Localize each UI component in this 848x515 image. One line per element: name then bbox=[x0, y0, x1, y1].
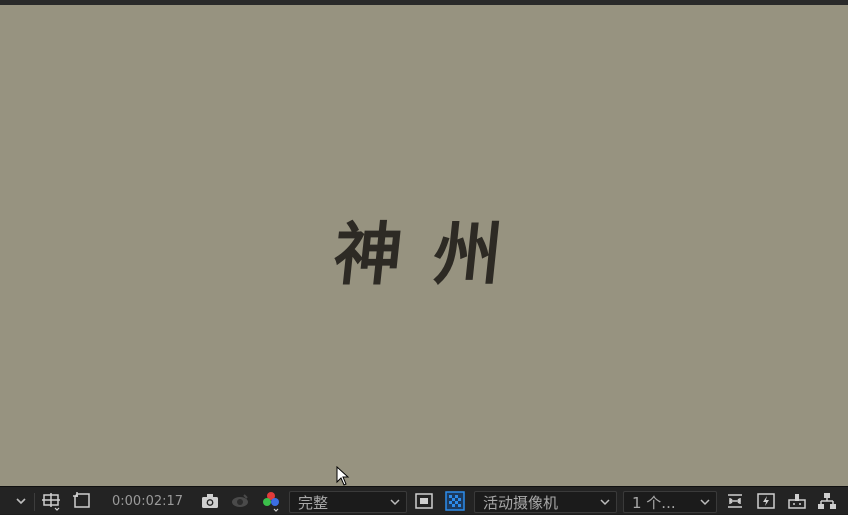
composition-title-text: 神 州 bbox=[329, 215, 510, 295]
camera-value: 活动摄像机 bbox=[483, 493, 559, 512]
chevron-down-icon bbox=[600, 499, 610, 506]
separator bbox=[34, 493, 35, 511]
composition-viewer[interactable]: 神 州 bbox=[0, 5, 848, 486]
flowchart-button[interactable] bbox=[816, 487, 838, 515]
show-snapshot-button[interactable] bbox=[229, 487, 251, 515]
resolution-dropdown[interactable]: 完整 bbox=[289, 491, 407, 513]
region-of-interest-button[interactable] bbox=[40, 487, 62, 515]
reset-exposure-button[interactable] bbox=[724, 487, 746, 515]
timeline-button[interactable] bbox=[786, 487, 808, 515]
checkerboard-toggle-button[interactable] bbox=[444, 487, 466, 515]
region-of-interest-icon bbox=[42, 493, 60, 511]
transparency-grid-icon bbox=[73, 492, 90, 508]
color-channels-icon bbox=[263, 492, 279, 512]
take-snapshot-button[interactable] bbox=[199, 487, 221, 515]
toggle-mask-icon bbox=[415, 493, 433, 509]
fast-preview-button[interactable] bbox=[755, 487, 777, 515]
snapshot-camera-icon bbox=[202, 494, 218, 508]
chevron-down-icon bbox=[700, 499, 710, 506]
chevron-down-icon bbox=[16, 498, 26, 505]
show-snapshot-icon bbox=[232, 494, 248, 507]
camera-dropdown[interactable]: 活动摄像机 bbox=[474, 491, 617, 513]
views-layout-dropdown[interactable]: 1 个... bbox=[623, 491, 717, 513]
magnification-dropdown[interactable] bbox=[10, 487, 32, 515]
viewer-toolbar: 0:00:02:17 完整 活动摄像机 1 个... bbox=[0, 486, 848, 514]
timeline-icon bbox=[788, 494, 806, 509]
reset-exposure-icon bbox=[728, 494, 742, 508]
flowchart-icon bbox=[818, 493, 836, 509]
views-value: 1 个... bbox=[632, 493, 676, 512]
transparency-grid-button[interactable] bbox=[71, 487, 93, 515]
current-time-display[interactable]: 0:00:02:17 bbox=[112, 487, 184, 515]
toggle-mask-button[interactable] bbox=[413, 487, 435, 515]
checkerboard-icon bbox=[445, 491, 465, 511]
mouse-cursor-icon bbox=[336, 466, 350, 486]
chevron-down-icon bbox=[390, 499, 400, 506]
resolution-value: 完整 bbox=[298, 493, 329, 512]
fast-preview-icon bbox=[757, 493, 775, 509]
color-channels-button[interactable] bbox=[260, 487, 282, 515]
